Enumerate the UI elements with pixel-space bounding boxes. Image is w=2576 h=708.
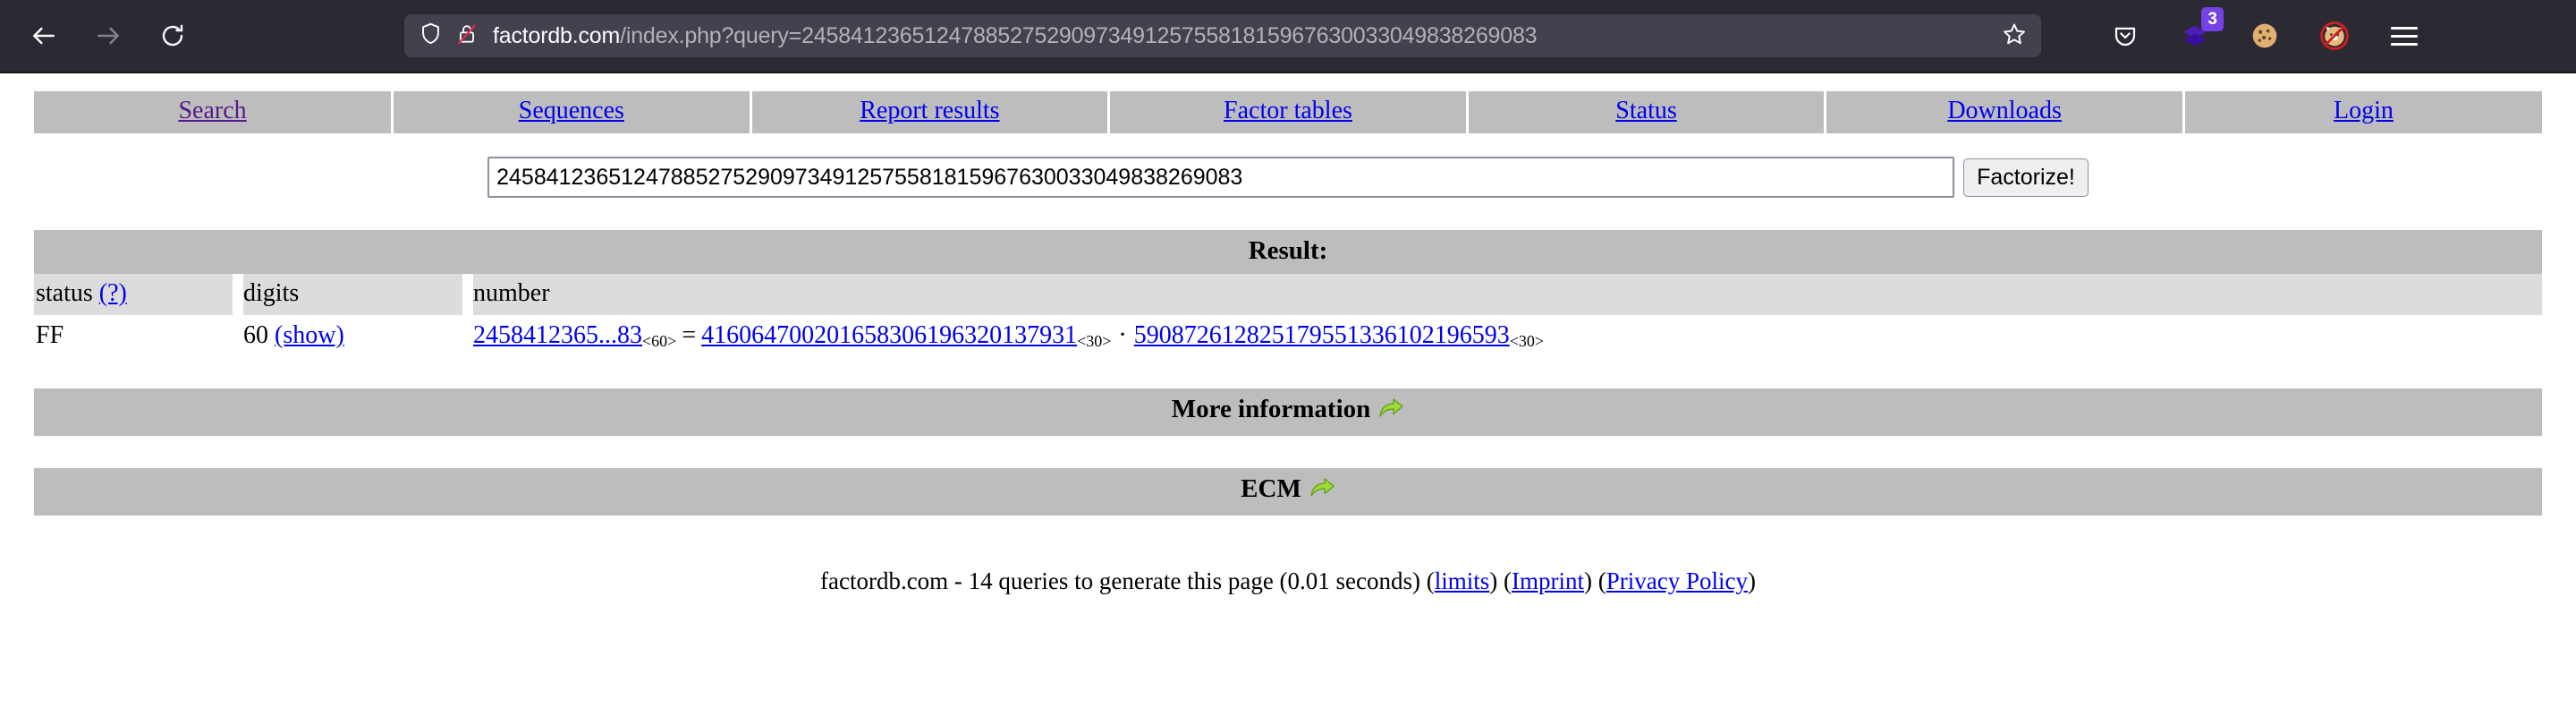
status-help-link[interactable]: (?) [99,279,127,307]
equals-sign: = [682,321,697,349]
footer-link-limits[interactable]: limits [1435,567,1490,594]
toolbar-extensions: 3 [2107,7,2431,54]
url-path: /index.php?query=24584123651247885275290… [620,22,1538,48]
cell-digits: 60 (show) [243,315,462,356]
column-header-digits: digits [243,274,462,315]
nav-item-status[interactable]: Status [1467,91,1827,133]
nav-link-status[interactable]: Status [1615,97,1676,124]
back-arrow-icon[interactable] [23,15,64,56]
nav-link-login[interactable]: Login [2334,97,2394,124]
cell-status: FF [36,321,64,349]
row-gap-2 [462,315,473,356]
number-digit-count: <60> [642,332,677,350]
green-right-arrow-icon[interactable] [1377,398,1404,427]
extension-badge-count: 3 [2201,7,2224,31]
query-input[interactable] [487,157,1955,198]
green-right-arrow-icon[interactable] [1309,478,1335,507]
show-digits-link[interactable]: (show) [275,321,344,349]
digits-value: 60 [243,321,268,349]
column-gap-1 [233,274,243,315]
ecm-section[interactable]: ECM [34,468,2542,516]
cell-number: 2458412365...83<60> = 41606470020165830619… [473,315,2542,356]
url-text[interactable]: factordb.com/index.php?query=24584123651… [493,23,1991,49]
browser-toolbar: factordb.com/index.php?query=24584123651… [0,0,2576,72]
nav-link-factor-tables[interactable]: Factor tables [1224,97,1352,124]
table-row: FF 60 (show) 2458412365...83<60> = 4160647… [34,315,2542,356]
footer-sep-3: ) [1747,567,1756,594]
nav-item-downloads[interactable]: Downloads [1825,91,2185,133]
row-gap-1 [233,315,243,356]
nav-link-sequences[interactable]: Sequences [519,97,624,124]
result-heading-row: Result: [34,230,2542,274]
result-heading: Result: [34,230,2542,274]
nav-item-factor-tables[interactable]: Factor tables [1108,91,1469,133]
navigation-buttons [23,15,193,56]
footer-sep-2: ) ( [1584,567,1606,594]
more-information-section[interactable]: More information [34,388,2542,436]
footer-link-privacy-policy[interactable]: Privacy Policy [1606,567,1748,594]
column-header-status: status (?) [34,274,233,315]
bookmark-star-icon[interactable] [2002,21,2027,51]
column-header-number: number [473,274,2542,315]
factor2-link[interactable]: 590872612825179551336102196593 [1134,321,1510,349]
footer-sep-1: ) ( [1489,567,1513,594]
nav-link-search[interactable]: Search [178,97,246,124]
nav-link-downloads[interactable]: Downloads [1947,97,2062,124]
hamburger-menu-icon[interactable] [2386,18,2422,54]
result-table: Result: status (?) digits number FF 60 (… [34,230,2542,356]
multiply-sign: · [1118,321,1127,349]
address-bar[interactable]: factordb.com/index.php?query=24584123651… [404,14,2041,57]
nav-item-search[interactable]: Search [34,91,394,133]
number-link[interactable]: 2458412365...83 [473,321,642,349]
insecure-connection-lock-icon[interactable] [455,22,479,50]
factor1-link[interactable]: 416064700201658306196320137931 [701,321,1077,349]
footer-link-imprint[interactable]: Imprint [1512,567,1584,594]
nav-link-report-results[interactable]: Report results [860,97,999,124]
pocket-save-icon[interactable] [2107,18,2143,54]
page-footer: factordb.com - 14 queries to generate th… [0,567,2576,595]
column-header-status-label: status [36,279,93,307]
factorize-button[interactable]: Factorize! [1963,158,2089,197]
url-host: factordb.com [493,22,621,48]
result-column-headers: status (?) digits number [34,274,2542,315]
cookie-extension-icon[interactable] [2247,18,2283,54]
nav-item-report-results[interactable]: Report results [750,91,1111,133]
tracking-protection-shield-icon[interactable] [419,21,443,50]
nav-item-login[interactable]: Login [2183,91,2542,133]
nav-item-sequences[interactable]: Sequences [392,91,752,133]
factor1-digit-count: <30> [1077,332,1112,350]
site-navigation: Search Sequences Report results Factor t… [34,91,2542,133]
layers-extension-icon[interactable]: 3 [2177,7,2224,54]
ecm-title: ECM [1241,474,1301,503]
footer-text: factordb.com - 14 queries to generate th… [820,567,1435,594]
privacy-badger-extension-icon[interactable] [2317,18,2352,54]
column-gap-2 [462,274,473,315]
page-content: Search Sequences Report results Factor t… [0,91,2576,595]
search-form: Factorize! [0,157,2576,198]
more-information-title: More information [1171,395,1371,423]
reload-icon[interactable] [152,15,193,56]
forward-arrow-icon[interactable] [88,15,129,56]
factor2-digit-count: <30> [1509,332,1545,350]
chrome-separator [0,72,2576,73]
